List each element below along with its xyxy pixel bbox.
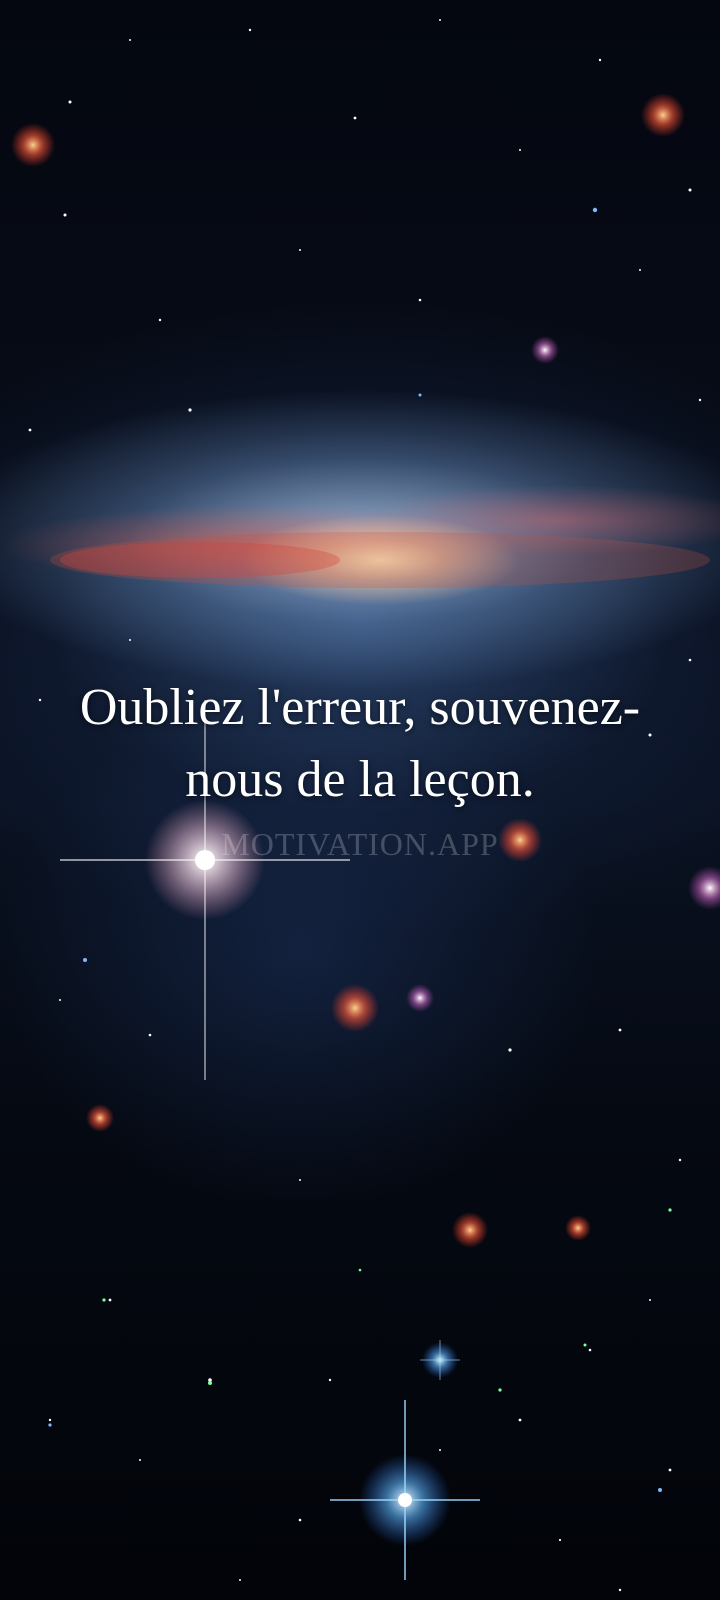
quote-block: Oubliez l'erreur, souvenez-nous de la le… — [60, 672, 660, 862]
wallpaper-screen: Oubliez l'erreur, souvenez-nous de la le… — [0, 0, 720, 1600]
blue-star-bottom — [330, 1400, 480, 1580]
app-watermark: MOTIVATION.APP — [221, 826, 499, 862]
quote-text: Oubliez l'erreur, souvenez-nous de la le… — [79, 679, 641, 808]
